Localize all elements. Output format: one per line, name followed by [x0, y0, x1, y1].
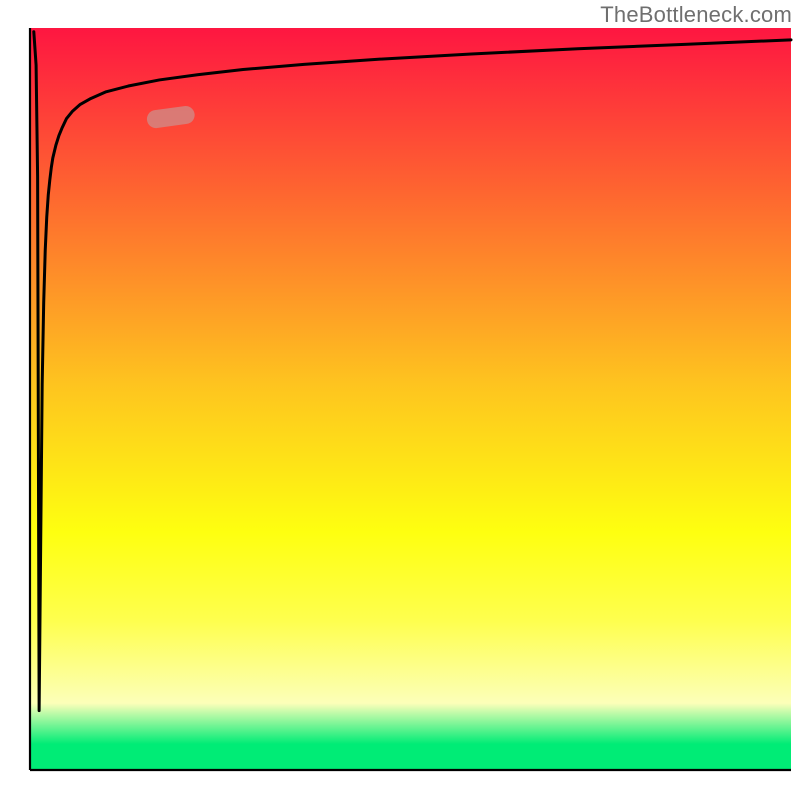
watermark-label: TheBottleneck.com	[600, 2, 792, 28]
bottleneck-chart	[0, 0, 800, 800]
plot-background	[30, 28, 791, 770]
